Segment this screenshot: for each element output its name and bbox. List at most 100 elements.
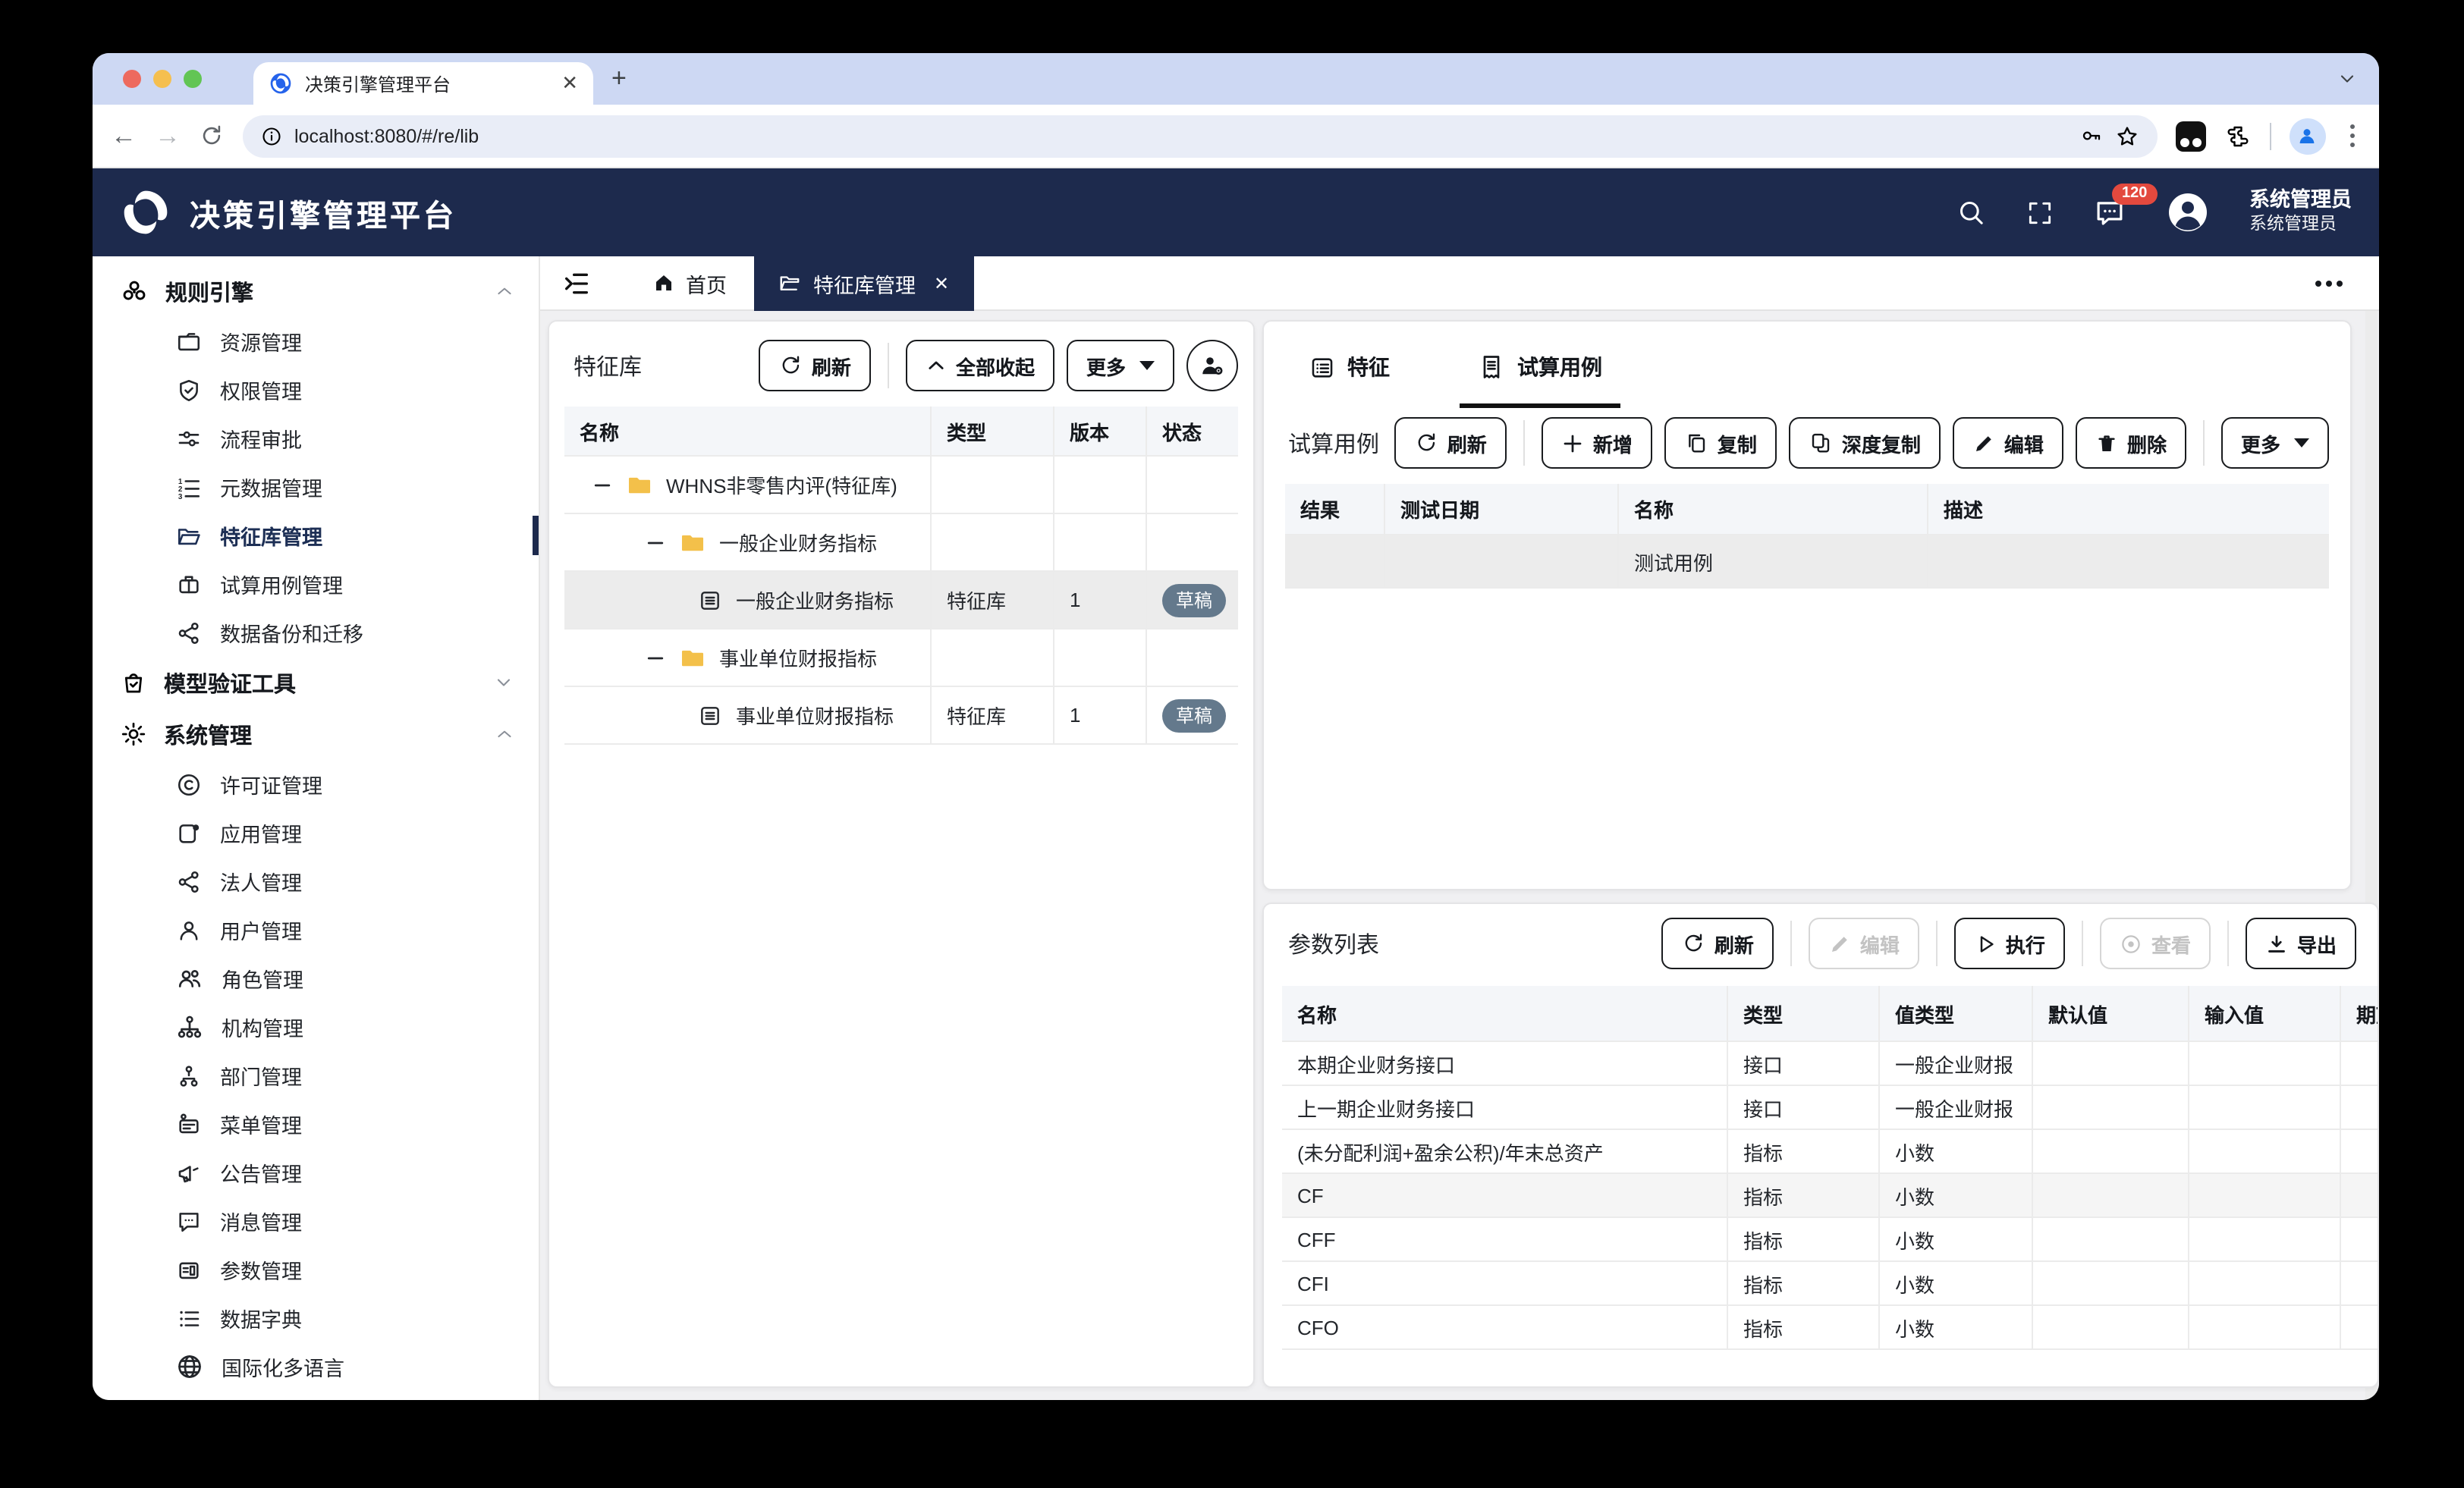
导出-button[interactable]: 导出 [2246, 918, 2356, 969]
tree-collapse-icon[interactable] [645, 647, 666, 668]
expected-value-cell [2341, 1042, 2378, 1085]
browser-tab[interactable]: 决策引擎管理平台 ✕ [253, 62, 593, 105]
browser-profile-avatar[interactable] [2289, 118, 2325, 154]
reload-button[interactable] [199, 123, 225, 149]
tree-row[interactable]: 事业单位财报指标 [564, 629, 1238, 687]
tree-collapse-icon[interactable] [592, 474, 613, 495]
tab-inactive[interactable]: 特征 [1291, 343, 1408, 408]
sidebar-collapse-icon[interactable] [561, 268, 592, 298]
sidebar-item[interactable]: 流程审批 [93, 414, 539, 463]
param-row[interactable]: CF指标小数 [1282, 1174, 2378, 1218]
tree-row[interactable]: 一般企业财务指标特征库1草稿 [564, 572, 1238, 629]
sidebar-item[interactable]: 部门管理 [93, 1051, 539, 1100]
extensions-puzzle-icon[interactable] [2224, 122, 2251, 149]
删除-button[interactable]: 删除 [2076, 417, 2186, 469]
新增-button[interactable]: 新增 [1542, 417, 1652, 469]
sidebar-item[interactable]: 消息管理 [93, 1197, 539, 1245]
param-row[interactable]: (未分配利润+盈余公积)/年末总资产指标小数 [1282, 1130, 2378, 1174]
全部收起-button[interactable]: 全部收起 [906, 340, 1054, 391]
param-row[interactable]: 本期企业财务接口接口一般企业财报 [1282, 1042, 2378, 1086]
param-row[interactable]: 上一期企业财务接口接口一般企业财报 [1282, 1086, 2378, 1130]
编辑-button[interactable]: 编辑 [1809, 918, 1919, 969]
tree-row[interactable]: 一般企业财务指标 [564, 514, 1238, 572]
status-cell [1147, 457, 1238, 513]
user-info[interactable]: 系统管理员 系统管理员 [2249, 189, 2352, 237]
执行-button[interactable]: 执行 [1954, 918, 2065, 969]
sidebar-item-label: 法人管理 [220, 866, 302, 896]
sidebar-item[interactable]: 资源管理 [93, 317, 539, 366]
tab-active[interactable]: 试算用例 [1460, 343, 1620, 408]
sidebar-item[interactable]: 公告管理 [93, 1148, 539, 1197]
value-type-cell: 小数 [1880, 1218, 2033, 1260]
sidebar-group-2[interactable]: 系统管理 [93, 708, 539, 760]
更多-button[interactable]: 更多 [2221, 417, 2329, 469]
sidebar-item[interactable]: 许可证管理 [93, 760, 539, 808]
sidebar-item[interactable]: 机构管理 [93, 1003, 539, 1051]
sidebar-item[interactable]: 数据字典 [93, 1294, 539, 1342]
刷新-button[interactable]: 刷新 [759, 340, 871, 391]
sidebar-item[interactable]: 试算用例管理 [93, 560, 539, 608]
url-text: localhost:8080/#/re/lib [294, 125, 2067, 146]
tab-more-icon[interactable] [2315, 280, 2343, 286]
password-key-icon[interactable] [2079, 124, 2102, 147]
sidebar-item[interactable]: 特征库管理 [93, 511, 539, 560]
dark-extension-icon[interactable] [2175, 121, 2205, 151]
case-row[interactable]: 测试用例 [1285, 535, 2329, 589]
forward-button[interactable]: → [155, 121, 181, 151]
tree-row[interactable]: 事业单位财报指标特征库1草稿 [564, 687, 1238, 745]
expected-value-cell [2341, 1262, 2378, 1304]
search-icon[interactable] [1955, 197, 1985, 228]
zoom-window-button[interactable] [184, 70, 202, 88]
table-header-row: 名称类型版本状态 [564, 407, 1238, 457]
library-user-settings-button[interactable] [1186, 340, 1238, 391]
close-window-button[interactable] [123, 70, 141, 88]
tab-home[interactable]: 首页 [652, 268, 727, 298]
tab-close-icon[interactable]: ✕ [934, 272, 949, 294]
sidebar-item-label: 消息管理 [220, 1206, 302, 1236]
param-row[interactable]: CFI指标小数 [1282, 1262, 2378, 1306]
sidebar-item[interactable]: 权限管理 [93, 366, 539, 414]
更多-button[interactable]: 更多 [1067, 340, 1174, 391]
sidebar-group-1[interactable]: 模型验证工具 [93, 657, 539, 708]
tab-search-chevron-icon[interactable] [2337, 68, 2358, 89]
sidebar-group-0[interactable]: 规则引擎 [93, 265, 539, 317]
toolbar-divider [1936, 921, 1938, 966]
bookmark-star-icon[interactable] [2114, 124, 2139, 148]
feature-doc-icon [698, 588, 722, 612]
深度复制-button[interactable]: 深度复制 [1789, 417, 1941, 469]
查看-button[interactable]: 查看 [2100, 918, 2211, 969]
messages-icon[interactable]: 120 [2093, 196, 2125, 228]
feature-doc-icon [698, 703, 722, 727]
sidebar-item[interactable]: 123元数据管理 [93, 463, 539, 511]
sidebar-item-label: 用户管理 [220, 915, 302, 945]
刷新-button[interactable]: 刷新 [1661, 918, 1774, 969]
browser-menu-icon[interactable] [2343, 124, 2361, 148]
param-row[interactable]: CFO指标小数 [1282, 1306, 2378, 1350]
sidebar-item[interactable]: 法人管理 [93, 857, 539, 906]
sidebar-item[interactable]: 国际化多语言 [93, 1342, 539, 1391]
button-label: 导出 [2297, 929, 2337, 958]
new-tab-button[interactable]: + [611, 64, 627, 94]
expected-value-cell [2341, 1218, 2378, 1260]
tab-feature-library[interactable]: 特征库管理 ✕ [754, 256, 973, 310]
fullscreen-icon[interactable] [2025, 198, 2054, 227]
tab-close-icon[interactable]: ✕ [561, 71, 578, 96]
sidebar-item[interactable]: 角色管理 [93, 954, 539, 1003]
back-button[interactable]: ← [111, 121, 137, 151]
刷新-button[interactable]: 刷新 [1394, 417, 1507, 469]
编辑-button[interactable]: 编辑 [1953, 417, 2063, 469]
复制-button[interactable]: 复制 [1664, 417, 1777, 469]
input-value-cell [2189, 1218, 2341, 1260]
tree-collapse-icon[interactable] [645, 532, 666, 553]
sidebar-item[interactable]: 用户管理 [93, 906, 539, 954]
sidebar-item[interactable]: 数据备份和迁移 [93, 608, 539, 657]
tree-row[interactable]: WHNS非零售内评(特征库) [564, 457, 1238, 514]
site-info-icon[interactable] [261, 125, 282, 146]
address-bar[interactable]: localhost:8080/#/re/lib [243, 115, 2157, 157]
sidebar-item[interactable]: 参数管理 [93, 1245, 539, 1294]
minimize-window-button[interactable] [153, 70, 171, 88]
sidebar-item[interactable]: 菜单管理 [93, 1100, 539, 1148]
user-avatar[interactable] [2164, 190, 2210, 235]
sidebar-item[interactable]: 应用管理 [93, 808, 539, 857]
param-row[interactable]: CFF指标小数 [1282, 1218, 2378, 1262]
